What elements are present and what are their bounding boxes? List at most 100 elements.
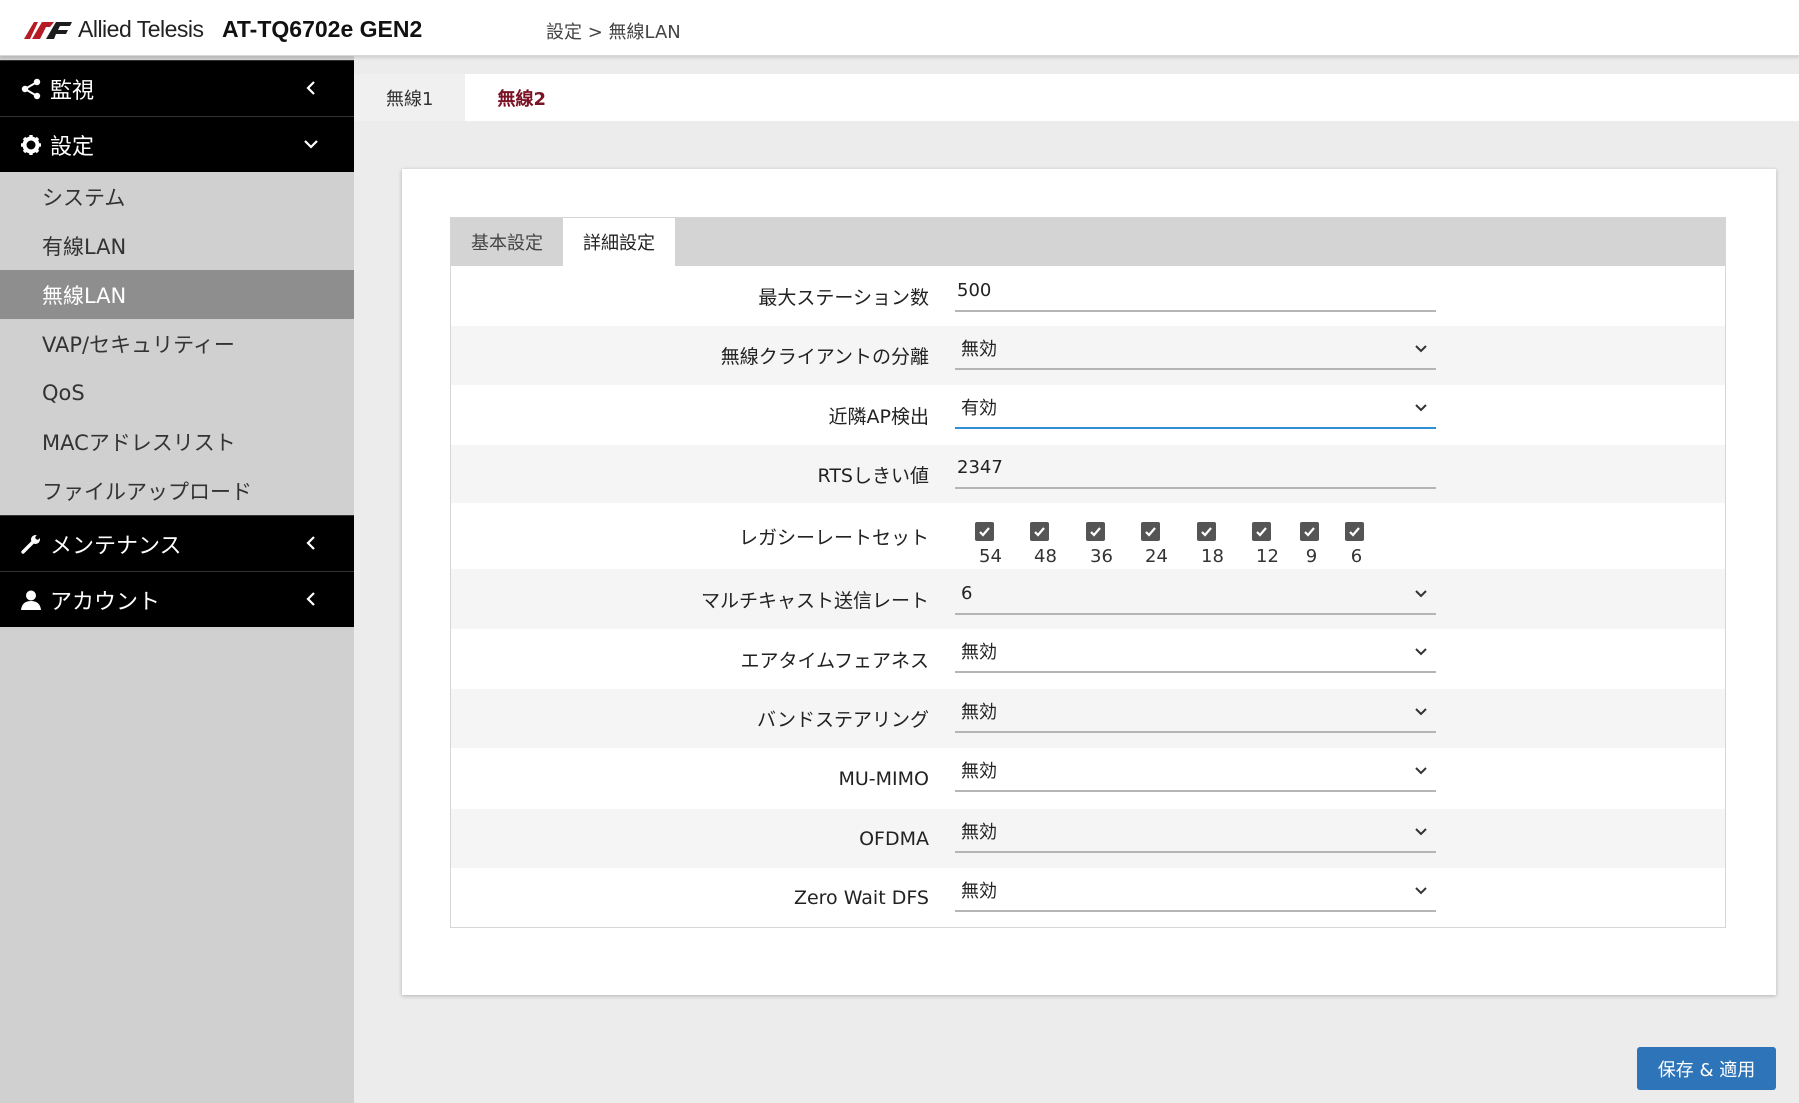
row-band-steering: バンドステアリング 無効	[451, 689, 1725, 748]
sidebar-item-system[interactable]: システム	[0, 172, 354, 221]
rate-label: 48	[1034, 546, 1057, 567]
chevron-down-icon	[1415, 887, 1427, 895]
device-model: AT-TQ6702e GEN2	[222, 16, 423, 42]
chevron-down-icon	[1415, 648, 1427, 656]
sidebar-item-wireless-lan[interactable]: 無線LAN	[0, 270, 354, 319]
sidebar-group-label: 設定	[50, 134, 95, 160]
tab-radio-1[interactable]: 無線1	[354, 74, 466, 121]
rate-item: 24	[1133, 522, 1168, 567]
sidebar-group-account[interactable]: アカウント	[0, 571, 354, 627]
field-label: 無線クライアントの分離	[720, 346, 929, 368]
check-icon	[1256, 527, 1267, 537]
rate-checkbox-18[interactable]	[1196, 522, 1216, 541]
tab-basic-settings[interactable]: 基本設定	[451, 218, 563, 266]
rate-checkbox-36[interactable]	[1085, 522, 1105, 541]
check-icon	[979, 527, 990, 537]
field-label: エアタイムフェアネス	[740, 649, 929, 672]
check-icon	[1349, 527, 1360, 537]
sidebar-item-vap-security[interactable]: VAP/セキュリティー	[0, 319, 354, 368]
band-steering-select[interactable]: 無効	[955, 697, 1436, 733]
rate-item: 36	[1078, 522, 1113, 567]
mu-mimo-select[interactable]: 無効	[955, 756, 1436, 792]
chevron-down-icon	[304, 140, 318, 149]
sidebar-group-maintenance[interactable]: メンテナンス	[0, 515, 354, 571]
sidebar: 監視 設定 システム 有線LAN 無線LAN VAP/セキュリティー QoS M…	[0, 56, 354, 1103]
field-label: MU-MIMO	[838, 767, 929, 790]
wrench-icon	[18, 531, 44, 557]
rate-item: 9	[1300, 522, 1319, 567]
multicast-rate-select[interactable]: 6	[955, 579, 1436, 615]
gear-icon	[18, 132, 44, 158]
logo-mark-icon	[24, 21, 72, 39]
rate-label: 6	[1350, 546, 1363, 567]
field-label: RTSしきい値	[817, 464, 930, 487]
airtime-fairness-select[interactable]: 無効	[955, 637, 1436, 673]
chevron-left-icon	[306, 536, 315, 550]
rate-label: 24	[1145, 546, 1168, 567]
rate-item: 54	[967, 522, 1002, 567]
select-value: 無効	[961, 881, 997, 902]
save-apply-button[interactable]: 保存 & 適用	[1637, 1047, 1776, 1090]
max-stations-input[interactable]: 500	[955, 276, 1436, 312]
row-airtime-fairness: エアタイムフェアネス 無効	[451, 629, 1725, 689]
settings-tabs: 基本設定 詳細設定	[451, 218, 1725, 266]
select-value: 無効	[961, 642, 997, 663]
rate-label: 12	[1256, 546, 1279, 567]
breadcrumb: 設定 > 無線LAN	[546, 22, 681, 43]
rate-checkbox-48[interactable]	[1029, 522, 1049, 541]
chevron-down-icon	[1415, 404, 1427, 412]
rate-item: 48	[1022, 522, 1057, 567]
rate-label: 18	[1201, 546, 1224, 567]
sidebar-item-mac-list[interactable]: MACアドレスリスト	[0, 417, 354, 466]
rate-checkbox-6[interactable]	[1345, 522, 1364, 541]
sidebar-item-wired-lan[interactable]: 有線LAN	[0, 221, 354, 270]
field-label: レガシーレートセット	[738, 526, 929, 549]
share-icon	[18, 76, 44, 102]
chevron-down-icon	[1415, 767, 1427, 775]
tab-advanced-settings[interactable]: 詳細設定	[563, 218, 675, 266]
chevron-down-icon	[1415, 708, 1427, 716]
rate-checkbox-12[interactable]	[1251, 522, 1271, 541]
check-icon	[1090, 527, 1101, 537]
rate-label: 36	[1090, 546, 1113, 567]
rate-label: 9	[1305, 546, 1318, 567]
field-label: 近隣AP検出	[828, 405, 929, 428]
rate-item: 12	[1244, 522, 1279, 567]
settings-panel: 基本設定 詳細設定 最大ステーション数 500 無線クライアントの分離 無効 近…	[450, 217, 1726, 928]
rate-checkbox-54[interactable]	[974, 522, 994, 541]
rate-checkbox-9[interactable]	[1300, 522, 1319, 541]
select-value: 無効	[961, 822, 997, 843]
row-multicast-rate: マルチキャスト送信レート 6	[451, 569, 1725, 629]
check-icon	[1034, 527, 1045, 537]
select-value: 無効	[961, 702, 997, 723]
field-label: バンドステアリング	[757, 709, 929, 731]
sidebar-item-qos[interactable]: QoS	[0, 368, 354, 417]
user-icon	[18, 587, 44, 613]
row-ofdma: OFDMA 無効	[451, 809, 1725, 868]
row-client-isolation: 無線クライアントの分離 無効	[451, 326, 1725, 385]
field-label: 最大ステーション数	[758, 286, 929, 309]
field-label: マルチキャスト送信レート	[700, 589, 929, 612]
select-value: 無効	[961, 339, 997, 360]
rate-checkbox-24[interactable]	[1140, 522, 1160, 541]
zero-wait-dfs-select[interactable]: 無効	[955, 876, 1436, 912]
sidebar-group-label: 監視	[50, 78, 95, 104]
client-isolation-select[interactable]: 無効	[955, 334, 1436, 370]
field-label: OFDMA	[859, 827, 929, 850]
allied-telesis-logo: Allied Telesis	[24, 16, 204, 43]
chevron-left-icon	[306, 592, 315, 606]
sidebar-group-monitor[interactable]: 監視	[0, 60, 354, 116]
neighbor-ap-select[interactable]: 有効	[955, 393, 1436, 429]
ofdma-select[interactable]: 無効	[955, 817, 1436, 853]
check-icon	[1201, 527, 1212, 537]
row-neighbor-ap: 近隣AP検出 有効	[451, 385, 1725, 445]
chevron-down-icon	[1415, 345, 1427, 353]
tab-radio-2[interactable]: 無線2	[465, 74, 578, 121]
row-rts-threshold: RTSしきい値 2347	[451, 445, 1725, 503]
sidebar-group-settings[interactable]: 設定	[0, 116, 354, 172]
rts-threshold-input[interactable]: 2347	[955, 453, 1436, 489]
sidebar-item-file-upload[interactable]: ファイルアップロード	[0, 466, 354, 515]
chevron-down-icon	[1415, 828, 1427, 836]
row-zero-wait-dfs: Zero Wait DFS 無効	[451, 868, 1725, 928]
radio-tabs: 無線1 無線2	[354, 74, 1799, 121]
